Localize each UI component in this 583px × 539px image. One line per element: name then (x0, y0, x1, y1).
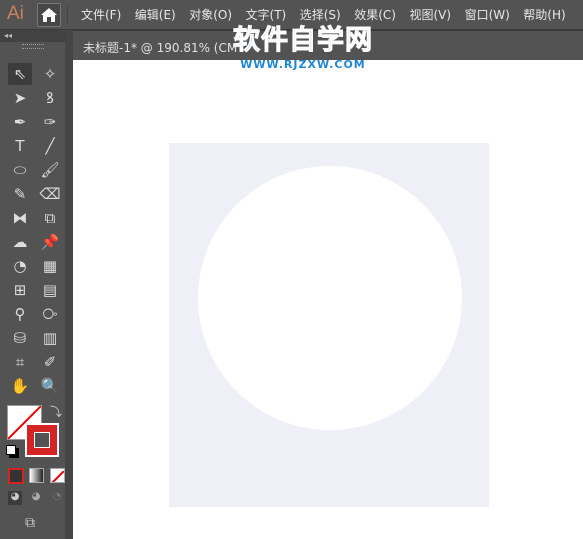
menu-item[interactable]: 文件(F) (81, 6, 121, 23)
menu-item[interactable]: 对象(O) (189, 6, 232, 23)
curvature-icon: ✑ (43, 113, 57, 131)
home-icon (41, 8, 57, 22)
gradient-mode-button[interactable] (29, 468, 44, 483)
type-icon: T (15, 137, 25, 155)
stroke-swatch[interactable] (25, 423, 59, 457)
draw-normal-button[interactable]: ◕ (8, 491, 22, 505)
app-logo: Ai (7, 3, 24, 24)
line-icon: ╱ (45, 137, 55, 155)
ellipse-tool[interactable]: ⬭ (8, 159, 32, 181)
lasso-tool[interactable]: ꝸ (38, 87, 62, 109)
change-screen-mode-icon[interactable]: ⧉ (25, 515, 47, 531)
eraser-icon: ⌫ (39, 185, 61, 203)
main-menu: 文件(F) 编辑(E) 对象(O) 文字(T) 选择(S) 效果(C) 视图(V) 窗口(W)… (81, 6, 579, 23)
direct-selection-icon: ➤ (13, 89, 27, 107)
pencil-tool[interactable]: ✎ (8, 183, 32, 205)
direct-selection-tool[interactable]: ➤ (8, 87, 32, 109)
symbol-sprayer-icon: ⛁ (13, 329, 27, 347)
blend-tool[interactable]: ⧂ (38, 303, 62, 325)
paintbrush-tool[interactable]: 🖌 (38, 159, 62, 181)
shape-builder-tool[interactable]: ◔ (8, 255, 32, 277)
mesh-tool[interactable]: ⊞ (8, 279, 32, 301)
home-button[interactable] (37, 3, 61, 27)
blend-icon: ⧂ (42, 305, 58, 323)
selection-tool[interactable]: ⇖ (8, 63, 32, 85)
puppet-warp-icon: 📌 (40, 233, 60, 251)
circle-shape[interactable] (198, 166, 462, 430)
perspective-grid-tool[interactable]: ▦ (38, 255, 62, 277)
gradient-icon: ▤ (42, 281, 58, 299)
type-tool[interactable]: T (8, 135, 32, 157)
swap-fill-stroke-icon[interactable]: ⤵ (50, 403, 62, 420)
warp-tool[interactable]: ☁ (8, 231, 32, 253)
panel-grip[interactable] (22, 44, 44, 49)
reflect-icon: ⧓ (12, 209, 28, 227)
pen-icon: ✒ (13, 113, 27, 131)
default-colors-icon[interactable] (6, 445, 16, 455)
hand-icon: ✋ (10, 377, 30, 395)
pencil-icon: ✎ (13, 185, 27, 203)
column-graph-icon: ▥ (42, 329, 58, 347)
pen-tool[interactable]: ✒ (8, 111, 32, 133)
none-mode-button[interactable] (50, 468, 65, 483)
scale-tool[interactable]: ⧉ (38, 207, 62, 229)
perspective-grid-icon: ▦ (42, 257, 58, 275)
menu-item[interactable]: 编辑(E) (135, 6, 176, 23)
slice-icon: ✐ (43, 353, 57, 371)
shape-builder-icon: ◔ (13, 257, 27, 275)
warp-icon: ☁ (12, 233, 28, 251)
menu-item[interactable]: 视图(V) (409, 6, 451, 23)
collapse-panel-button[interactable]: ◂◂ (0, 30, 65, 42)
line-tool[interactable]: ╱ (38, 135, 62, 157)
zoom-tool[interactable]: 🔍 (38, 375, 62, 397)
menu-item[interactable]: 选择(S) (300, 6, 341, 23)
menu-item[interactable]: 文字(T) (246, 6, 287, 23)
reflect-tool[interactable]: ⧓ (8, 207, 32, 229)
curvature-tool[interactable]: ✑ (38, 111, 62, 133)
magic-wand-tool[interactable]: ✧ (38, 63, 62, 85)
artboard-tool[interactable]: ⌗ (8, 351, 32, 373)
artboard-icon: ⌗ (15, 353, 25, 371)
paintbrush-icon: 🖌 (40, 161, 60, 179)
scale-icon: ⧉ (44, 209, 56, 227)
magic-wand-icon: ✧ (43, 65, 57, 83)
color-mode-button[interactable] (8, 468, 24, 484)
eyedropper-icon: ⚲ (14, 305, 26, 323)
watermark-url: WWW.RJZXW.COM (240, 58, 366, 71)
canvas[interactable] (73, 60, 583, 539)
selection-icon: ⇖ (13, 65, 27, 83)
hand-tool[interactable]: ✋ (8, 375, 32, 397)
menu-item[interactable]: 效果(C) (354, 6, 396, 23)
watermark: 软件自学网 WWW.RJZXW.COM (233, 25, 373, 71)
menu-item[interactable]: 帮助(H) (523, 6, 565, 23)
puppet-warp-tool[interactable]: 📌 (38, 231, 62, 253)
lasso-icon: ꝸ (46, 89, 54, 107)
eraser-tool[interactable]: ⌫ (38, 183, 62, 205)
draw-inside-button[interactable]: ◔ (50, 491, 64, 505)
document-tab[interactable]: 未标题-1* @ 190.81% (CM (83, 39, 237, 56)
slice-tool[interactable]: ✐ (38, 351, 62, 373)
gradient-tool[interactable]: ▤ (38, 279, 62, 301)
zoom-icon: 🔍 (40, 377, 60, 395)
draw-behind-button[interactable]: ◕ (29, 491, 43, 505)
ellipse-icon: ⬭ (13, 161, 27, 179)
column-graph-tool[interactable]: ▥ (38, 327, 62, 349)
symbol-sprayer-tool[interactable]: ⛁ (8, 327, 32, 349)
tools-panel: ◂◂ ⤵ ◕ ◕ ◔ ⧉ ⇖ ✧ ➤ ꝸ ✒ ✑ T ╱ ⬭ 🖌 ✎ ⌫ ⧓ ⧉ ☁ 📌 ◔ ▦ ⊞ ▤ ⚲ ⧂ ⛁ ▥ ⌗ ✐ ✋… (0, 30, 73, 539)
mesh-icon: ⊞ (13, 281, 27, 299)
eyedropper-tool[interactable]: ⚲ (8, 303, 32, 325)
watermark-title: 软件自学网 (233, 25, 373, 56)
divider (67, 5, 68, 24)
menu-item[interactable]: 窗口(W) (465, 6, 510, 23)
